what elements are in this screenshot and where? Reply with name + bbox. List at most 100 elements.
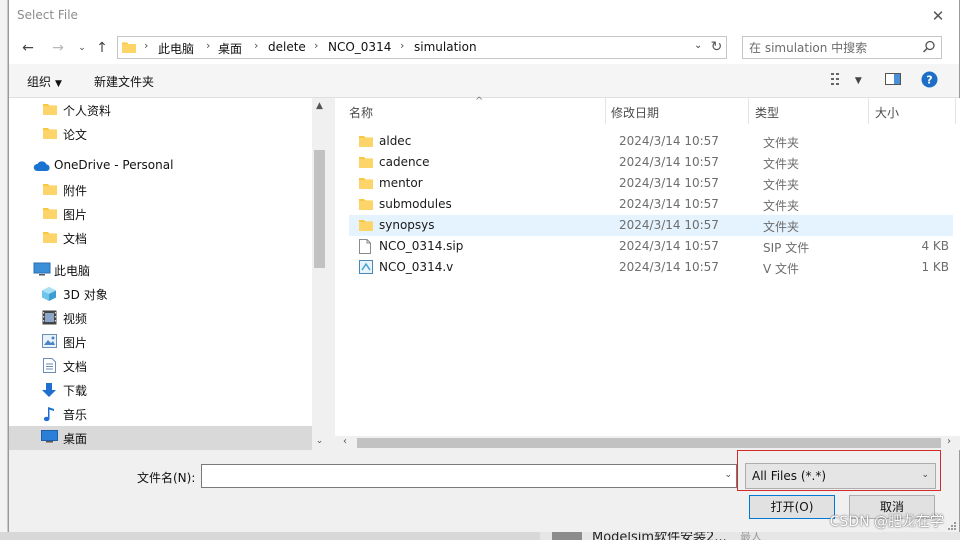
column-name[interactable]: 名称 xyxy=(349,104,373,121)
breadcrumb-this-pc[interactable]: 此电脑 xyxy=(158,40,194,57)
table-row[interactable]: cadence 2024/3/14 10:57 文件夹 xyxy=(349,152,953,173)
scrollbar-thumb[interactable] xyxy=(357,438,941,448)
folder-icon xyxy=(359,134,373,151)
help-button[interactable]: ? xyxy=(921,71,938,91)
svg-text:?: ? xyxy=(926,74,932,87)
search-box[interactable] xyxy=(742,36,942,59)
organize-button[interactable]: 组织 ▼ xyxy=(27,73,62,90)
chevron-down-icon[interactable]: ⌄ xyxy=(694,40,708,51)
nav-item-music[interactable]: 音乐 xyxy=(9,402,312,426)
back-button[interactable]: ← xyxy=(19,39,37,57)
nav-item-label: 3D 对象 xyxy=(63,288,108,302)
nav-item-this-pc[interactable]: 此电脑 xyxy=(9,258,312,282)
chevron-down-icon[interactable]: ⌄ xyxy=(724,470,732,480)
folder-icon xyxy=(43,230,57,247)
filename-label: 文件名(N): xyxy=(137,471,196,485)
nav-item-label: 文档 xyxy=(63,232,88,246)
new-folder-button[interactable]: 新建文件夹 xyxy=(94,73,154,90)
pictures-icon xyxy=(42,334,57,351)
nav-item-videos[interactable]: 视频 xyxy=(9,306,312,330)
nav-item-desktop[interactable]: 桌面 xyxy=(9,426,312,450)
address-bar[interactable]: › 此电脑 › 桌面 › delete › NCO_0314 › simulat… xyxy=(117,36,709,59)
toolbar: 组织 ▼ 新建文件夹 ▼ ? xyxy=(9,64,959,98)
chevron-down-icon: ⌄ xyxy=(921,470,929,480)
scroll-up-icon[interactable]: ▲ xyxy=(314,101,325,111)
scroll-left-icon[interactable]: ‹ xyxy=(343,436,347,447)
window-title: Select File xyxy=(17,8,78,22)
file-date: 2024/3/14 10:57 xyxy=(619,176,719,190)
column-date[interactable]: 修改日期 xyxy=(611,104,659,121)
filename-input[interactable] xyxy=(206,468,706,484)
table-row[interactable]: NCO_0314.v 2024/3/14 10:57 V 文件 1 KB xyxy=(349,257,953,278)
nav-item-label: 附件 xyxy=(63,184,88,198)
up-button[interactable]: ↑ xyxy=(93,39,111,57)
scroll-down-icon[interactable]: ⌄ xyxy=(314,436,325,446)
column-divider[interactable] xyxy=(868,98,869,124)
breadcrumb-separator: › xyxy=(254,39,259,52)
table-row[interactable]: synopsys 2024/3/14 10:57 文件夹 xyxy=(349,215,953,236)
table-row[interactable]: aldec 2024/3/14 10:57 文件夹 xyxy=(349,131,953,152)
search-input[interactable] xyxy=(749,40,915,55)
nav-item-label: 下载 xyxy=(63,384,88,398)
chevron-down-icon: ⌄ xyxy=(78,43,86,53)
column-type[interactable]: 类型 xyxy=(755,104,779,121)
breadcrumb-desktop[interactable]: 桌面 xyxy=(218,40,242,57)
nav-item-onedrive-pictures[interactable]: 图片 xyxy=(9,202,312,226)
forward-button[interactable]: → xyxy=(49,39,67,57)
nav-item-pictures[interactable]: 图片 xyxy=(9,330,312,354)
file-type-select[interactable]: All Files (*.*) ⌄ xyxy=(745,463,936,489)
caret-down-icon: ▼ xyxy=(55,79,62,89)
nav-item-papers[interactable]: 论文 xyxy=(9,122,312,146)
nav-item-documents[interactable]: 文档 xyxy=(9,354,312,378)
table-row[interactable]: submodules 2024/3/14 10:57 文件夹 xyxy=(349,194,953,215)
file-type: 文件夹 xyxy=(763,220,800,234)
close-button[interactable]: ✕ xyxy=(927,6,949,26)
column-size[interactable]: 大小 xyxy=(875,104,899,121)
nav-item-attachments[interactable]: 附件 xyxy=(9,178,312,202)
navigation-scrollbar[interactable]: ▲ ⌄ xyxy=(312,98,327,450)
refresh-icon: ↻ xyxy=(710,39,723,55)
view-options-button[interactable]: ▼ xyxy=(831,72,862,89)
column-divider[interactable] xyxy=(955,98,956,124)
details-view-icon xyxy=(831,73,851,89)
file-date: 2024/3/14 10:57 xyxy=(619,239,719,253)
nav-item-onedrive[interactable]: OneDrive - Personal xyxy=(9,154,312,178)
file-type: 文件夹 xyxy=(763,136,800,150)
computer-icon xyxy=(33,262,51,279)
documents-icon xyxy=(43,358,56,376)
file-name: cadence xyxy=(379,155,430,169)
breadcrumb-simulation[interactable]: simulation xyxy=(414,40,477,54)
refresh-button[interactable]: ↻ xyxy=(707,36,727,59)
column-divider[interactable] xyxy=(605,98,606,124)
filename-combobox[interactable]: ⌄ xyxy=(201,464,737,488)
verilog-file-icon xyxy=(359,260,373,277)
recent-locations-button[interactable]: ⌄ xyxy=(73,39,91,57)
scroll-right-icon[interactable]: › xyxy=(947,436,951,447)
close-icon: ✕ xyxy=(931,7,945,25)
breadcrumb-separator: › xyxy=(400,39,405,52)
folder-icon xyxy=(122,41,136,56)
file-name: synopsys xyxy=(379,218,435,232)
scrollbar-thumb[interactable] xyxy=(314,150,325,268)
open-button[interactable]: 打开(O) xyxy=(749,495,835,519)
music-icon xyxy=(43,406,56,425)
resize-grip-icon[interactable] xyxy=(947,520,957,530)
nav-item-3d-objects[interactable]: 3D 对象 xyxy=(9,282,312,306)
nav-item-profile[interactable]: 个人资料 xyxy=(9,98,312,122)
nav-item-downloads[interactable]: 下载 xyxy=(9,378,312,402)
arrow-right-icon: → xyxy=(52,40,64,56)
preview-pane-button[interactable] xyxy=(885,72,901,89)
nav-item-label: OneDrive - Personal xyxy=(54,158,174,172)
download-icon xyxy=(41,382,57,401)
desktop-icon xyxy=(41,430,58,446)
nav-item-onedrive-documents[interactable]: 文档 xyxy=(9,226,312,250)
column-divider[interactable] xyxy=(748,98,749,124)
background-window-edge xyxy=(0,0,8,540)
new-folder-label: 新建文件夹 xyxy=(94,75,155,89)
file-size: 1 KB xyxy=(921,260,949,274)
breadcrumb-nco[interactable]: NCO_0314 xyxy=(328,40,391,54)
table-row[interactable]: NCO_0314.sip 2024/3/14 10:57 SIP 文件 4 KB xyxy=(349,236,953,257)
table-row[interactable]: mentor 2024/3/14 10:57 文件夹 xyxy=(349,173,953,194)
horizontal-scrollbar[interactable]: ‹ › xyxy=(335,436,960,450)
breadcrumb-delete[interactable]: delete xyxy=(268,40,306,54)
